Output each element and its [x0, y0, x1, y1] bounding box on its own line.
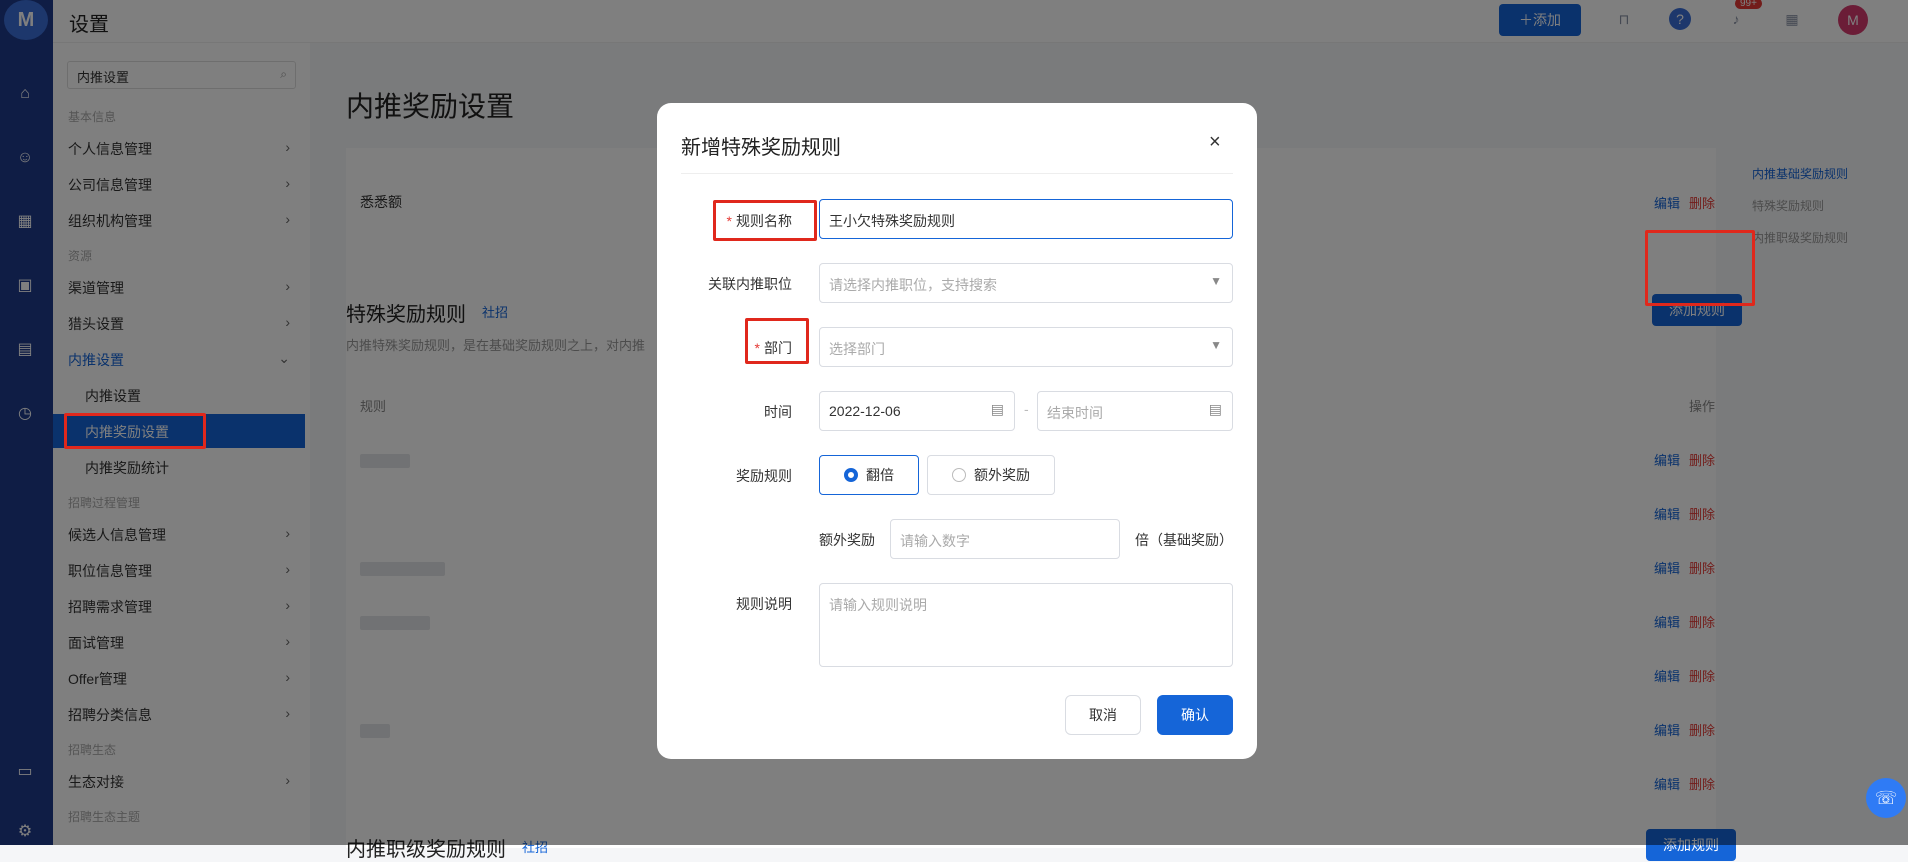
chat-icon[interactable]: ☏ — [1866, 778, 1906, 818]
calendar-icon: ▤ — [1208, 401, 1222, 417]
radio-extra[interactable]: 额外奖励 — [927, 455, 1055, 495]
time-label: 时间 — [764, 404, 792, 420]
extra-label: 额外奖励 — [819, 532, 875, 548]
radio-dot — [844, 468, 858, 482]
highlight-box — [745, 318, 809, 364]
caret-down-icon: ▼ — [1210, 338, 1222, 352]
extra-input[interactable]: 请输入数字 — [890, 519, 1120, 559]
start-date-input[interactable]: 2022-12-06 ▤ — [819, 391, 1015, 431]
radio-label: 翻倍 — [866, 467, 894, 483]
end-date-input[interactable]: 结束时间 ▤ — [1037, 391, 1233, 431]
reward-label: 奖励规则 — [736, 468, 792, 484]
desc-label: 规则说明 — [736, 596, 792, 612]
placeholder: 选择部门 — [829, 341, 885, 357]
caret-down-icon: ▼ — [1210, 274, 1222, 288]
dialog-title: 新增特殊奖励规则 — [681, 137, 841, 159]
dept-select[interactable]: 选择部门 ▼ — [819, 327, 1233, 367]
radio-dot — [952, 468, 966, 482]
close-icon[interactable]: × — [1209, 131, 1221, 154]
extra-suffix: 倍（基础奖励） — [1135, 532, 1233, 548]
placeholder: 结束时间 — [1047, 405, 1103, 421]
calendar-icon: ▤ — [990, 401, 1004, 417]
radio-label: 额外奖励 — [974, 467, 1030, 483]
time-separator: - — [1024, 401, 1029, 417]
highlight-box — [1645, 230, 1755, 306]
position-label: 关联内推职位 — [708, 276, 792, 292]
highlight-box — [713, 200, 817, 241]
rule-name-input[interactable]: 王小欠特殊奖励规则 — [819, 199, 1233, 239]
highlight-box — [64, 413, 206, 449]
position-select[interactable]: 请选择内推职位，支持搜索 ▼ — [819, 263, 1233, 303]
desc-textarea[interactable]: 请输入规则说明 — [819, 583, 1233, 667]
cancel-button[interactable]: 取消 — [1065, 695, 1141, 735]
divider — [681, 173, 1233, 174]
radio-double[interactable]: 翻倍 — [819, 455, 919, 495]
placeholder: 请选择内推职位，支持搜索 — [829, 277, 997, 293]
confirm-button[interactable]: 确认 — [1157, 695, 1233, 735]
value: 2022-12-06 — [829, 403, 901, 419]
